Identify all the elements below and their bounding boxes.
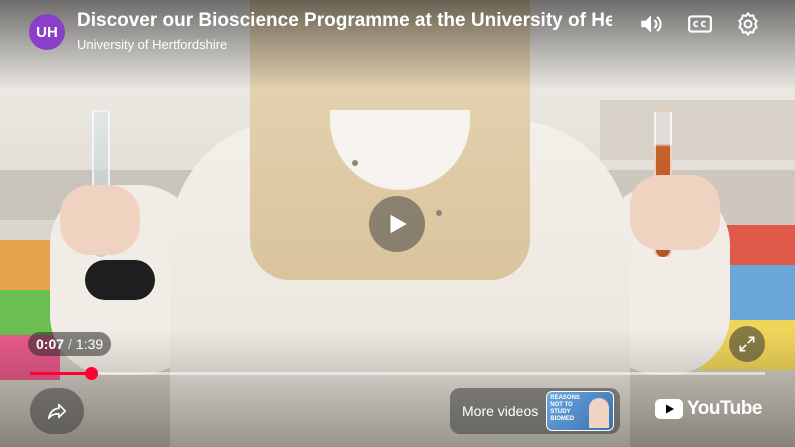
gear-icon xyxy=(738,12,758,36)
time-separator: / xyxy=(68,336,72,352)
thumbnail-text: REASONS NOT TO STUDY BIOMED xyxy=(550,395,580,422)
settings-button[interactable] xyxy=(734,10,762,38)
video-player[interactable]: UH Discover our Bioscience Programme at … xyxy=(0,0,795,447)
volume-icon xyxy=(641,15,662,33)
duration: 1:39 xyxy=(75,336,104,352)
hand-right xyxy=(630,175,720,250)
progress-scrubber[interactable] xyxy=(85,367,98,380)
play-icon xyxy=(390,214,407,234)
hand-left xyxy=(60,185,140,255)
youtube-wordmark: YouTube xyxy=(687,398,762,419)
captions-button[interactable] xyxy=(686,10,714,38)
storage-bin xyxy=(720,225,795,270)
fullscreen-button[interactable] xyxy=(729,326,765,362)
bottom-gradient xyxy=(0,330,795,447)
progress-bar[interactable] xyxy=(30,367,765,380)
channel-avatar[interactable]: UH xyxy=(29,14,65,50)
share-icon xyxy=(47,403,67,420)
channel-name[interactable]: University of Hertfordshire xyxy=(77,37,227,52)
play-button[interactable] xyxy=(369,196,425,252)
video-title[interactable]: Discover our Bioscience Programme at the… xyxy=(77,10,612,36)
coat-button xyxy=(436,210,442,216)
more-videos-label: More videos xyxy=(462,403,539,419)
youtube-play-icon xyxy=(655,399,683,419)
progress-played xyxy=(30,372,91,375)
more-videos-thumbnail[interactable]: REASONS NOT TO STUDY BIOMED xyxy=(546,391,615,431)
current-time: 0:07 xyxy=(36,336,65,352)
thumbnail-person xyxy=(589,398,610,428)
youtube-logo[interactable]: YouTube xyxy=(655,398,762,420)
more-videos-button[interactable]: More videos REASONS NOT TO STUDY BIOMED xyxy=(450,388,620,434)
fullscreen-icon xyxy=(739,336,755,352)
time-display: 0:07 / 1:39 xyxy=(28,332,112,356)
share-button[interactable] xyxy=(30,388,84,434)
scrunchie xyxy=(85,260,155,300)
coat-button xyxy=(352,160,358,166)
volume-button[interactable] xyxy=(637,10,665,38)
lab-shelf xyxy=(600,100,795,160)
closed-captions-icon xyxy=(688,15,712,33)
